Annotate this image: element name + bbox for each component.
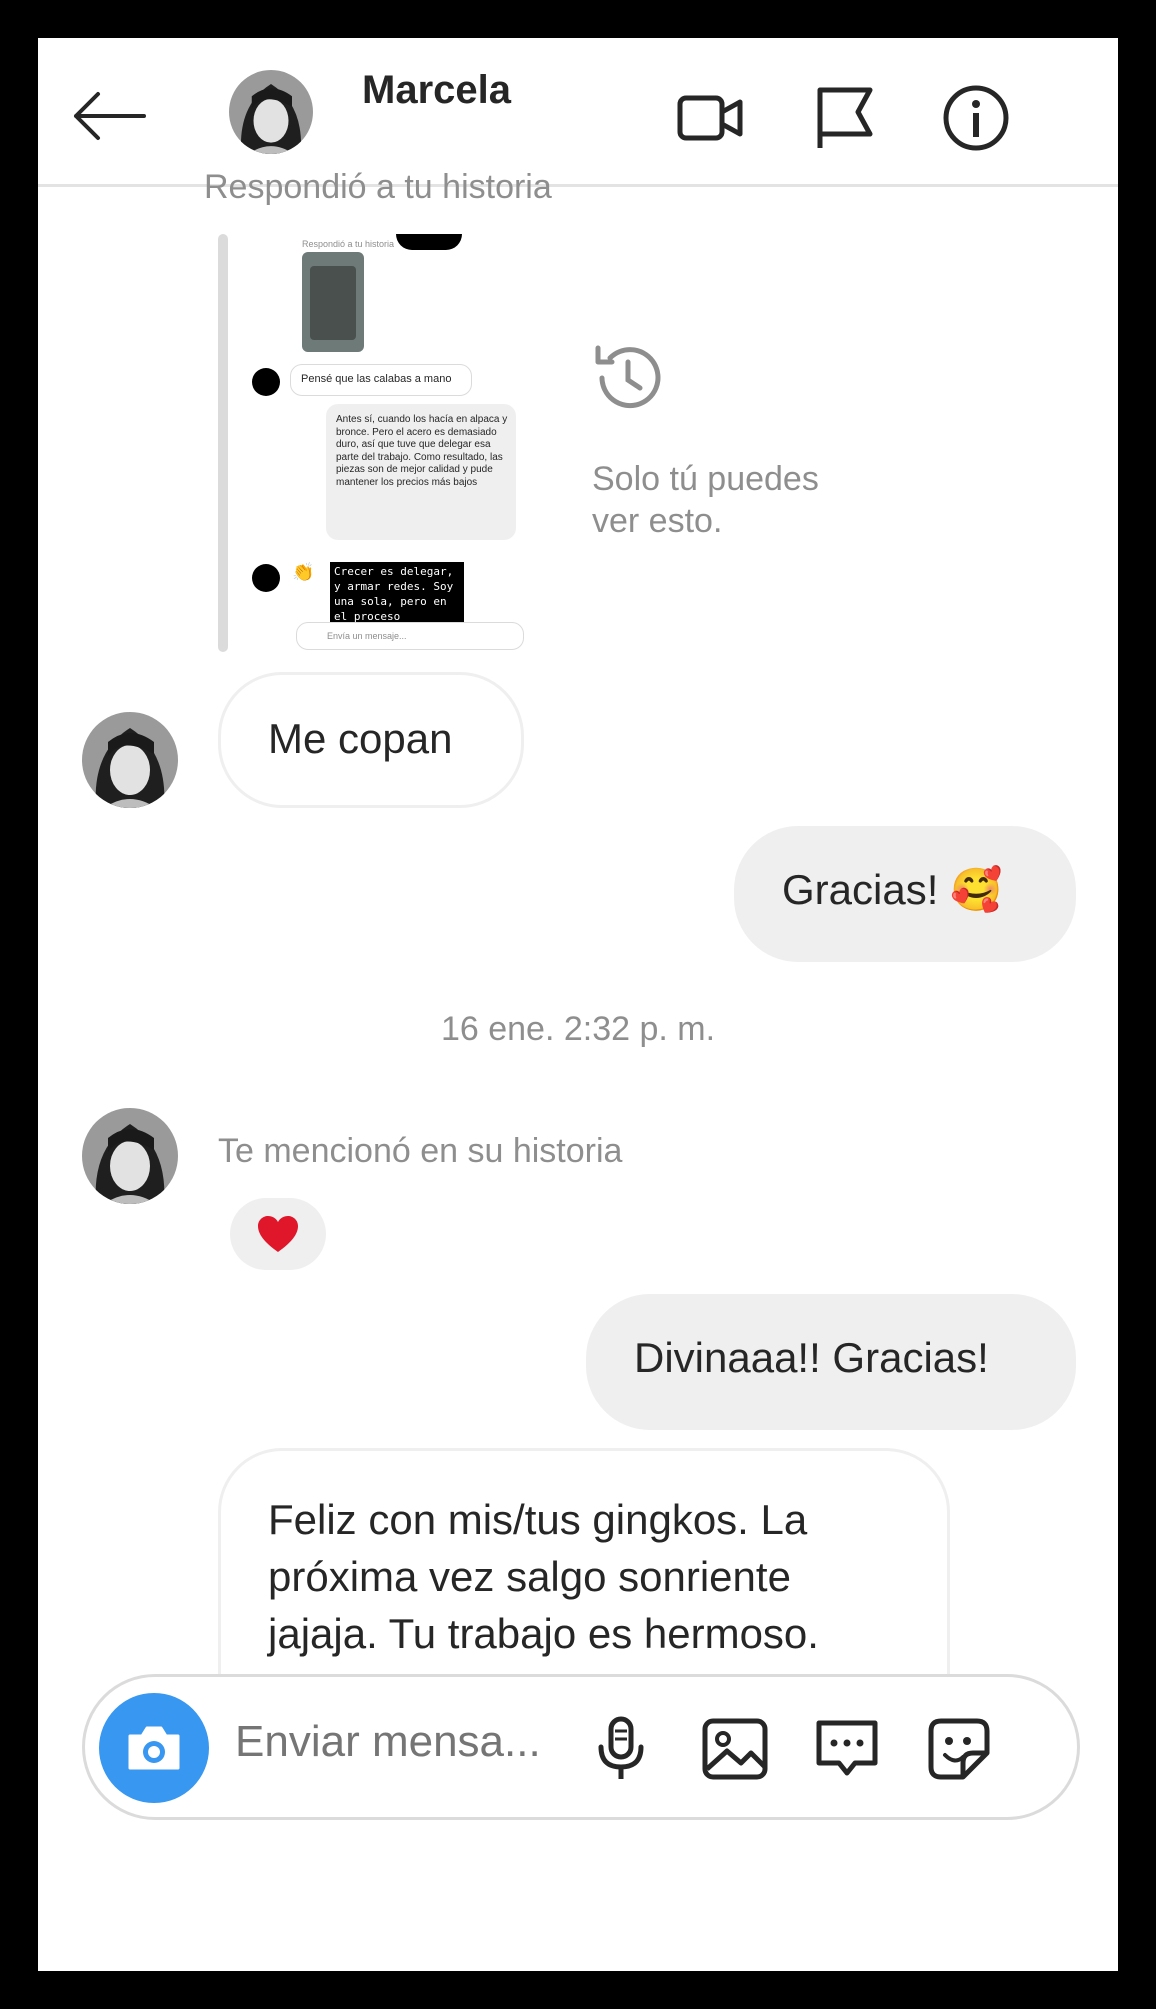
avatar-image: [82, 1108, 178, 1204]
chat-bubble-icon[interactable]: [811, 1713, 883, 1785]
preview-top-label: Respondió a tu historia: [302, 239, 395, 249]
message-text: Me copan: [268, 715, 453, 762]
message-bubble-outgoing[interactable]: Divinaaa!! Gracias!: [586, 1294, 1076, 1430]
avatar-image: [229, 70, 313, 154]
contact-avatar[interactable]: [82, 712, 178, 808]
back-arrow-icon[interactable]: [68, 86, 148, 146]
contact-name[interactable]: Marcela: [362, 68, 511, 113]
message-composer: [82, 1674, 1080, 1820]
message-text-line: Feliz con mis/tus gingkos. La: [268, 1496, 808, 1543]
dm-thread-screen: Marcela Respondió a tu historia Respondi…: [38, 38, 1118, 1971]
preview-composer: Envía un mensaje...: [296, 622, 524, 650]
message-text-line: jajaja. Tu trabajo es hermoso.: [268, 1610, 819, 1657]
thread-header: Marcela: [38, 38, 1118, 187]
smiling-hearts-emoji: 🥰: [950, 866, 1003, 913]
history-icon: [595, 345, 661, 409]
microphone-icon[interactable]: [585, 1713, 657, 1785]
heart-reaction-bubble[interactable]: [230, 1198, 326, 1270]
message-bubble-incoming[interactable]: Me copan: [218, 672, 524, 808]
timestamp: 16 ene. 2:32 p. m.: [440, 1010, 716, 1048]
preview-avatar: [252, 368, 280, 396]
clap-emoji: 👏: [292, 562, 315, 582]
preview-redaction: [396, 234, 462, 250]
expired-story-note: Solo tú puedes ver esto.: [592, 460, 819, 540]
video-call-icon[interactable]: [674, 82, 746, 154]
gallery-icon[interactable]: [699, 1713, 771, 1785]
message-input[interactable]: [235, 1717, 555, 1767]
preview-bubble-out: Antes sí, cuando los hacía en alpaca y b…: [326, 404, 516, 540]
camera-button[interactable]: [99, 1693, 209, 1803]
mention-label: Te mencionó en su historia: [218, 1132, 623, 1170]
story-preview[interactable]: Respondió a tu historia Pensé que las ca…: [246, 234, 564, 652]
preview-photo: [302, 252, 364, 352]
message-bubble-outgoing[interactable]: Gracias! 🥰: [734, 826, 1076, 962]
avatar-image: [82, 712, 178, 808]
heart-icon: [258, 1216, 298, 1252]
contact-avatar[interactable]: [82, 1108, 178, 1204]
preview-bubble: Pensé que las calabas a mano: [290, 364, 472, 396]
flag-icon[interactable]: [808, 82, 880, 154]
story-quote-bar: [218, 234, 228, 652]
message-text-line: próxima vez salgo sonriente: [268, 1553, 791, 1600]
message-text: Gracias!: [782, 866, 939, 913]
contact-avatar[interactable]: [229, 70, 313, 154]
preview-avatar: [252, 564, 280, 592]
story-reply-label: Respondió a tu historia: [204, 168, 552, 206]
sticker-icon[interactable]: [923, 1713, 995, 1785]
camera-icon: [128, 1726, 180, 1770]
info-icon[interactable]: [940, 82, 1012, 154]
message-text: Divinaaa!! Gracias!: [634, 1334, 989, 1381]
